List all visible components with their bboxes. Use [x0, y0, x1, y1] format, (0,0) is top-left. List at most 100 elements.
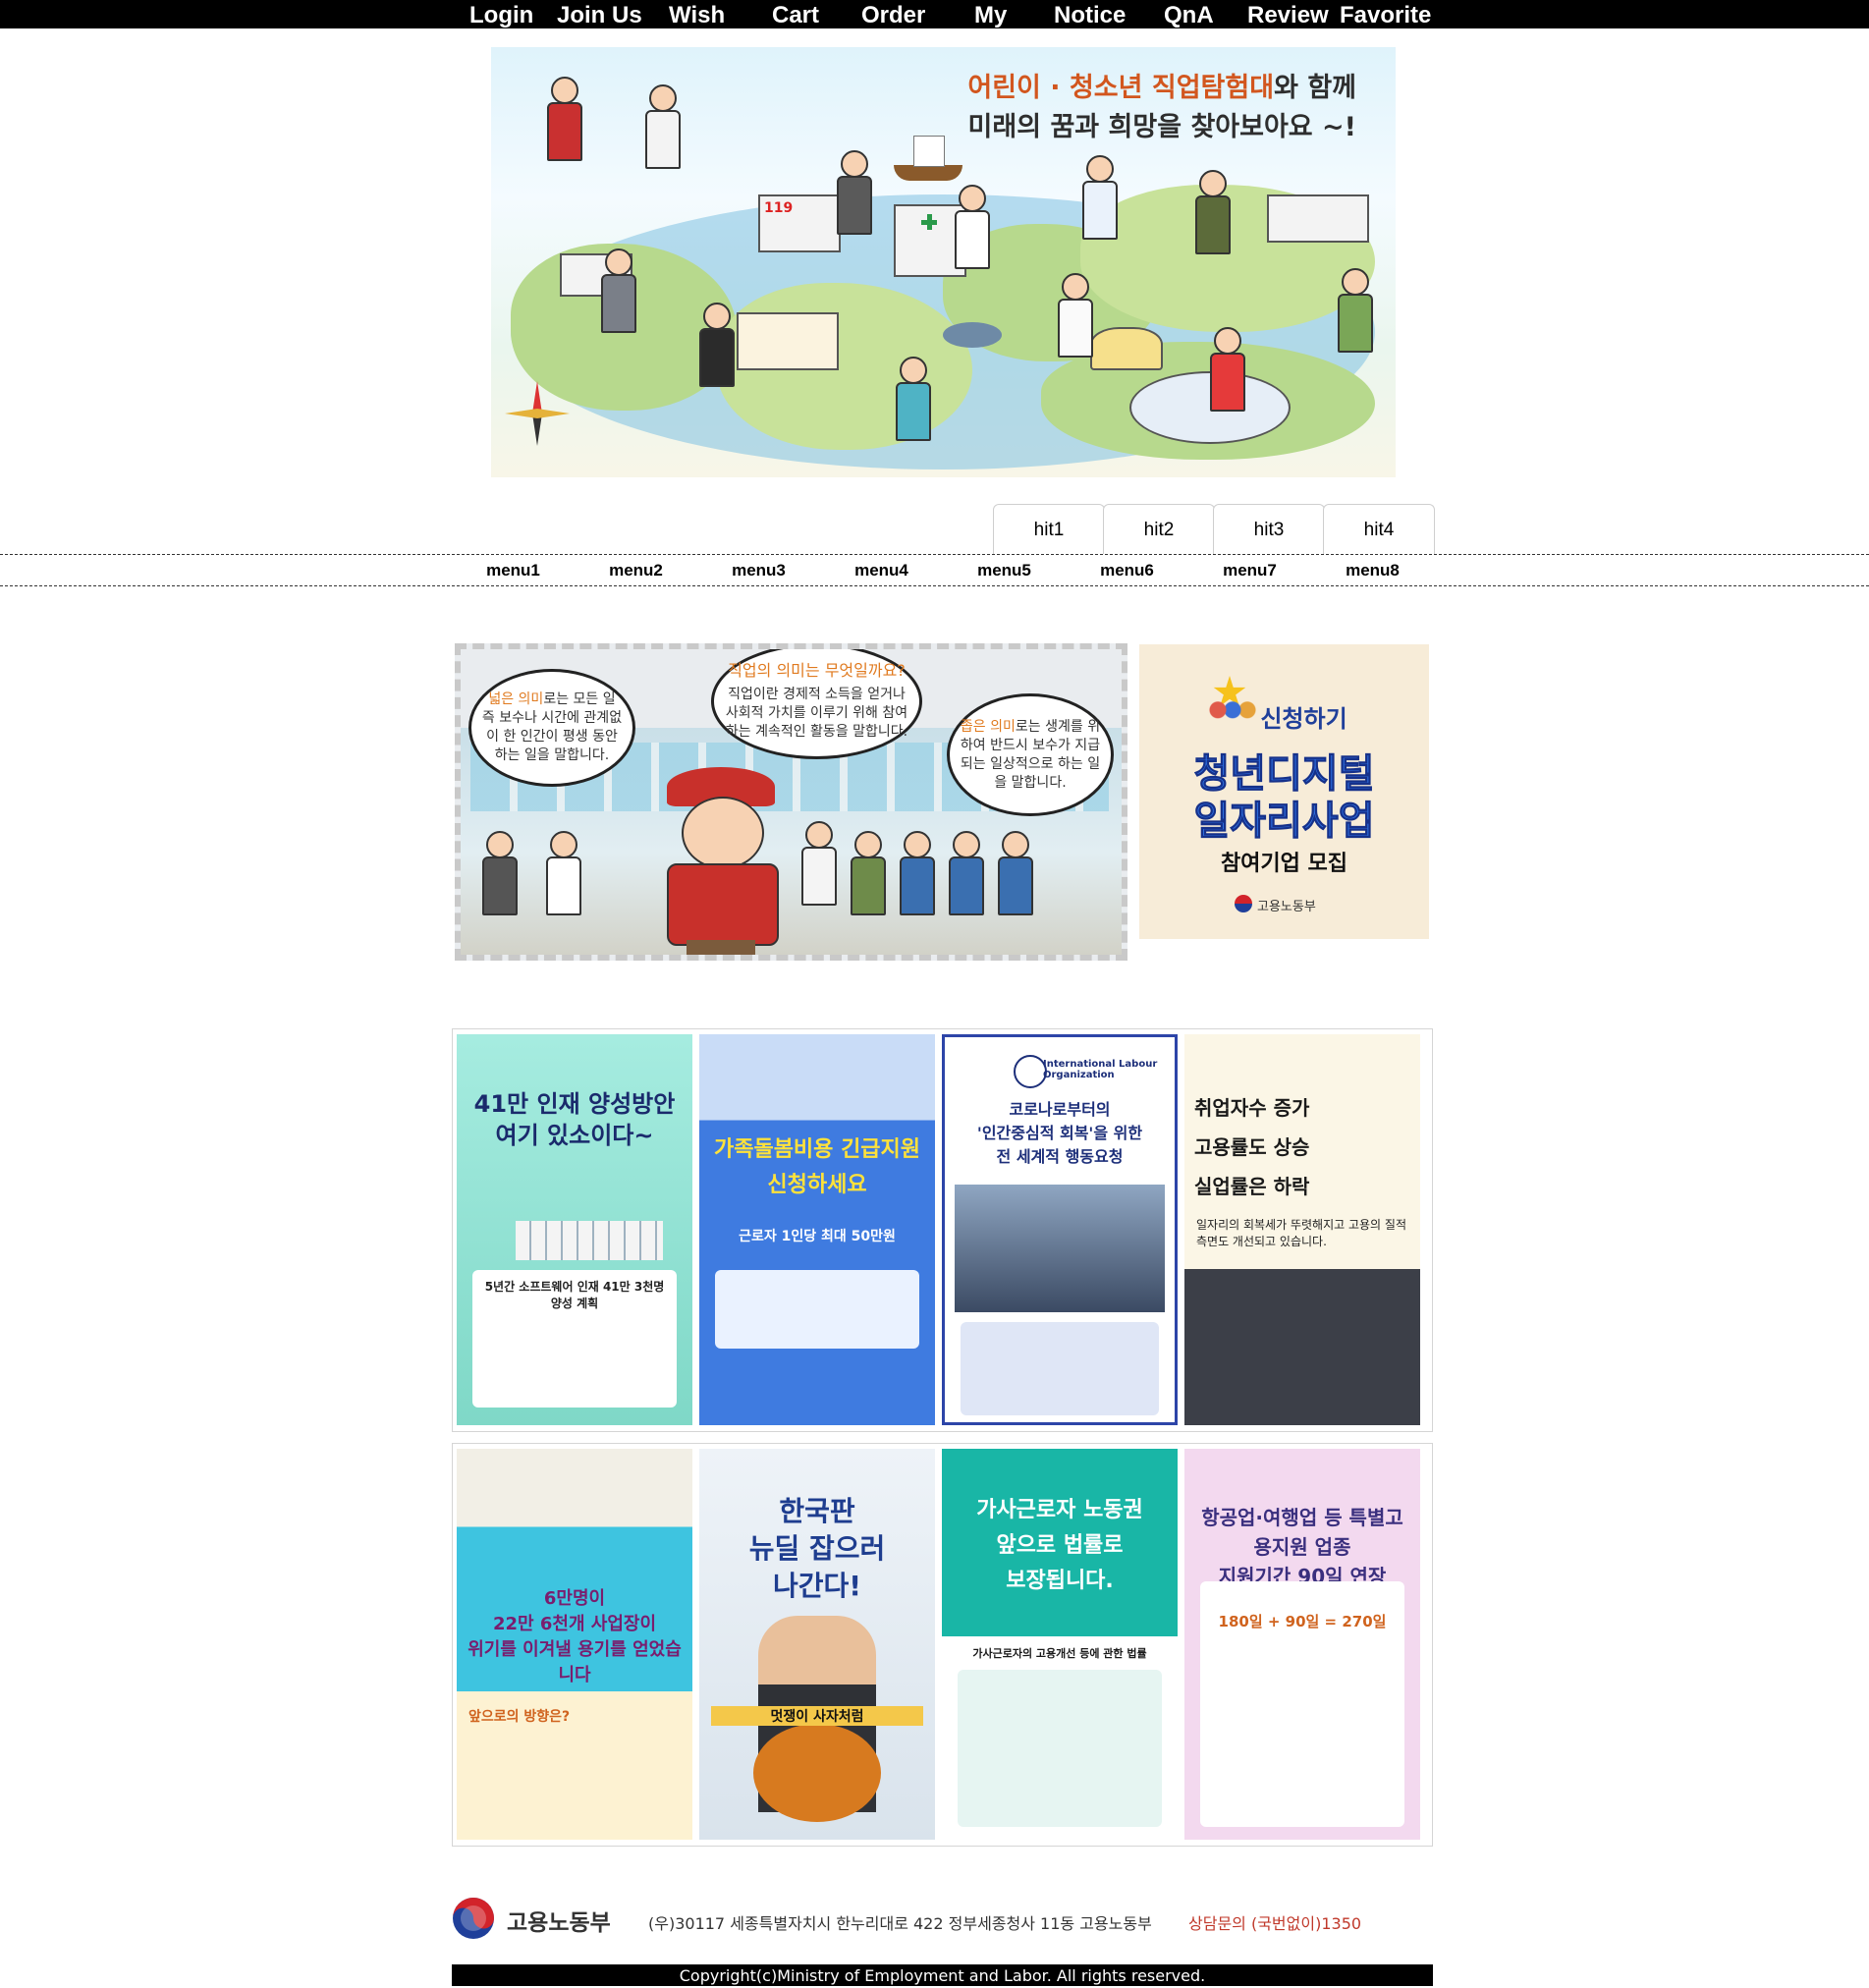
poster-employment-stats[interactable]: 취업자수 증가 고용률도 상승 실업률은 하락 일자리의 회복세가 뚜렷해지고 … [1184, 1034, 1420, 1425]
flight-attendant-character [1080, 155, 1118, 244]
poster-title: 가족돌봄비용 긴급지원 신청하세요 [713, 1137, 921, 1197]
job-meaning-question: 직업의 의미는 무엇일까요? [728, 661, 906, 680]
chef-character [1056, 273, 1093, 361]
cart-link[interactable]: Cart [772, 0, 819, 28]
poster-new-deal[interactable]: 한국판 뉴딜 잡으러 나간다! 멋쟁이 사자처럼 [699, 1449, 935, 1840]
poster-subtitle: 앞으로의 방향은? [468, 1709, 571, 1725]
poster-subtitle: 근로자 1인당 최대 50만원 [739, 1229, 896, 1244]
menu-item-4[interactable]: menu4 [820, 560, 943, 581]
menu-item-6[interactable]: menu6 [1066, 560, 1188, 581]
tab-hit4[interactable]: hit4 [1323, 504, 1435, 554]
poster-title: 한국판 뉴딜 잡으러 나간다! [748, 1495, 886, 1602]
menu-divider-top [0, 554, 1869, 555]
ilo-logo-icon [1014, 1055, 1047, 1088]
job-meaning-comic: 넓은 의미로는 모든 일 즉 보수나 시간에 관계없이 한 인간이 평생 동안 … [455, 643, 1127, 961]
ministry-logo-icon [452, 1897, 495, 1940]
comic-worker [947, 831, 984, 919]
poster-job-retention[interactable]: 6만명이 22만 6천개 사업장이 위기를 이겨낼 용기를 얻었습니다 앞으로의… [457, 1449, 692, 1840]
promo-title: 청년디지털 일자리사업 [1139, 750, 1429, 845]
join-us-link[interactable]: Join Us [557, 0, 642, 28]
notice-link[interactable]: Notice [1054, 0, 1126, 28]
job-definition-text: 직업이란 경제적 소득을 얻거나 사회적 가치를 이루기 위해 참여하는 계속적… [725, 687, 908, 740]
mermaid-character [894, 357, 931, 445]
poster-info-card [715, 1270, 919, 1349]
footer-address: (우)30117 세종특별자치시 한누리대로 422 정부세종청사 11동 고용… [648, 1914, 1152, 1933]
poster-family-care[interactable]: 가족돌봄비용 긴급지원 신청하세요 근로자 1인당 최대 50만원 [699, 1034, 935, 1425]
poster-grid-row2: 6만명이 22만 6천개 사업장이 위기를 이겨낼 용기를 얻었습니다 앞으로의… [452, 1443, 1433, 1847]
poster-title: 항공업·여행업 등 특별고용지원 업종 지원기간 90일 연장 [1201, 1506, 1403, 1588]
promo-org-label: 고용노동부 [1257, 900, 1316, 914]
favorite-link[interactable]: Favorite [1340, 0, 1431, 28]
lion-pillow [753, 1724, 881, 1822]
judge-character [697, 303, 735, 391]
promo-apply-label: 신청하기 [1260, 705, 1347, 733]
login-link[interactable]: Login [469, 0, 533, 28]
poster-subtitle: International Labour Organization [1043, 1059, 1158, 1080]
menu-divider-bottom [0, 585, 1869, 586]
compass-rose-icon [505, 381, 570, 446]
sailing-ship [894, 136, 962, 185]
tab-hit1[interactable]: hit1 [993, 504, 1105, 554]
poster-title: 코로나로부터의 '인간중심적 회복'을 위한 전 세계적 행동요청 [976, 1100, 1143, 1166]
narrow-meaning-bubble: 좁은 의미로는 생계를 위하여 반드시 보수가 지급되는 일상적으로 하는 일을… [947, 693, 1114, 816]
poster-subtitle: 180일 + 90일 = 270일 [1218, 1613, 1387, 1630]
comic-worker [898, 831, 935, 919]
hospital-cross-icon [921, 214, 937, 230]
review-link[interactable]: Review [1247, 0, 1329, 28]
comic-doctor [799, 821, 837, 910]
menu-item-2[interactable]: menu2 [575, 560, 697, 581]
hero-line1: 어린이 · 청소년 직업탐험대와 함께 [967, 69, 1356, 108]
tab-hit3[interactable]: hit3 [1213, 504, 1325, 554]
hero-line2: 미래의 꿈과 희망을 찾아보아요 ~! [967, 112, 1356, 142]
narrow-meaning-text: 좁은 의미로는 생계를 위하여 반드시 보수가 지급되는 일상적으로 하는 일을… [960, 718, 1101, 793]
youth-digital-job-promo[interactable]: 신청하기 청년디지털 일자리사업 참여기업 모집 고용노동부 [1139, 644, 1429, 939]
thatched-house [1090, 327, 1163, 370]
poster-info-card: 5년간 소프트웨어 인재 41만 3천명 양성 계획 [472, 1270, 677, 1408]
speaker-photo [955, 1185, 1165, 1312]
pirate-girl-character [643, 84, 681, 173]
poster-software-talent[interactable]: 41만 인재 양성방안 여기 있소이다~ 5년간 소프트웨어 인재 41만 3천… [457, 1034, 692, 1425]
comic-worker [849, 831, 886, 919]
poster-info-card: 180일 + 90일 = 270일 [1200, 1581, 1404, 1827]
comic-nurse [544, 831, 581, 919]
menu-item-1[interactable]: menu1 [452, 560, 575, 581]
court-building [737, 312, 839, 370]
poster-support-extension[interactable]: 항공업·여행업 등 특별고용지원 업종 지원기간 90일 연장 180일 + 9… [1184, 1449, 1420, 1840]
top-navigation-bar: Login Join Us Wish Cart Order My Notice … [0, 0, 1869, 28]
poster-subtitle: 일자리의 회복세가 뚜렷해지고 고용의 질적 측면도 개선되고 있습니다. [1196, 1218, 1406, 1248]
promo-subtitle: 참여기업 모집 [1220, 852, 1348, 876]
wish-link[interactable]: Wish [669, 0, 725, 28]
poster-subtitle: 멋쟁이 사자처럼 [711, 1706, 923, 1726]
captain-character [657, 767, 785, 955]
qna-link[interactable]: QnA [1164, 0, 1214, 28]
poster-title: 41만 인재 양성방안 여기 있소이다~ [473, 1090, 676, 1149]
comic-worker [996, 831, 1033, 919]
promo-title-line1: 청년디지털 [1193, 751, 1375, 798]
airport-building [1267, 194, 1369, 243]
promo-title-line2: 일자리사업 [1193, 799, 1375, 845]
my-link[interactable]: My [974, 0, 1007, 28]
poster-subtitle: 5년간 소프트웨어 인재 41만 3천명 양성 계획 [484, 1280, 665, 1310]
fire-station: 119 [758, 194, 841, 252]
menu-item-8[interactable]: menu8 [1311, 560, 1434, 581]
broad-meaning-highlight: 넓은 의미 [488, 691, 544, 707]
poster-title: 가사근로자 노동권 앞으로 법률로 보장됩니다. [976, 1498, 1143, 1593]
definition-bubble: 직업의 의미는 무엇일까요? 직업이란 경제적 소득을 얻거나 사회적 가치를 … [711, 649, 922, 759]
poster-domestic-workers[interactable]: 가사근로자 노동권 앞으로 법률로 보장됩니다. 가사근로자의 고용개선 등에 … [942, 1449, 1178, 1840]
poster-ilo-recovery[interactable]: International Labour Organization 코로나로부터… [942, 1034, 1178, 1425]
firefighter-character [835, 150, 872, 239]
menu-item-5[interactable]: menu5 [943, 560, 1066, 581]
poster-subtitle: 가사근로자의 고용개선 등에 관한 법률 [972, 1647, 1147, 1660]
soccer-player-character [1208, 327, 1245, 415]
pilot-character [1193, 170, 1231, 258]
poster-title: 6만명이 22만 6천개 사업장이 위기를 이겨낼 용기를 얻었습니다 [467, 1588, 682, 1685]
city-skyline-icon [516, 1221, 663, 1260]
order-link[interactable]: Order [861, 0, 925, 28]
office-worker-character [599, 248, 636, 337]
comic-firefighter [480, 831, 518, 919]
tab-hit2[interactable]: hit2 [1103, 504, 1215, 554]
menu-item-3[interactable]: menu3 [697, 560, 820, 581]
poster-title: 취업자수 증가 고용률도 상승 실업률은 하락 [1194, 1096, 1310, 1198]
menu-item-7[interactable]: menu7 [1188, 560, 1311, 581]
hero-banner[interactable]: 119 어린이 · 청소년 직업탐험대와 함께 미래의 꿈과 희망을 찾아보아요… [491, 47, 1396, 477]
